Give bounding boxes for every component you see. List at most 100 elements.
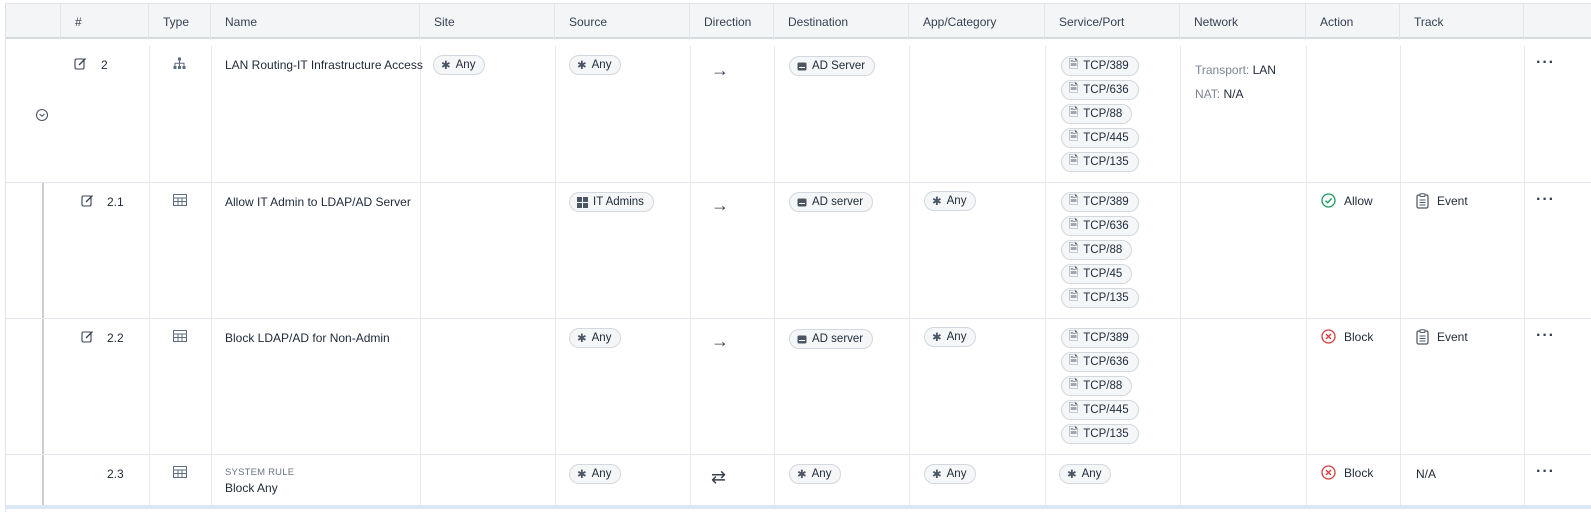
- block-circle-icon: [1321, 329, 1336, 344]
- service-chip[interactable]: 🗎 TCP/88: [1061, 104, 1133, 124]
- document-icon: 🗎: [1069, 242, 1079, 255]
- document-icon: 🗎: [1069, 402, 1079, 415]
- table-row[interactable]: 2 LAN Routing-IT Infrastructure Access ✱…: [6, 46, 1591, 183]
- service-chip[interactable]: 🗎 TCP/389: [1061, 328, 1139, 348]
- direction-arrow-icon: →: [711, 195, 729, 215]
- site-chip[interactable]: ✱ Any: [433, 55, 486, 75]
- service-chip[interactable]: 🗎 TCP/135: [1061, 288, 1139, 308]
- service-chip[interactable]: ✱ Any: [1059, 464, 1112, 484]
- horizontal-scrollbar[interactable]: [6, 505, 1591, 509]
- column-header-source[interactable]: Source: [555, 4, 690, 40]
- service-chip[interactable]: 🗎 TCP/389: [1061, 192, 1139, 212]
- source-chip[interactable]: ✱ Any: [569, 328, 622, 348]
- server-icon: [797, 335, 807, 344]
- document-icon: 🗎: [1069, 82, 1079, 95]
- rule-number: 2.3: [107, 467, 124, 481]
- asterisk-icon: ✱: [932, 196, 942, 208]
- service-chip[interactable]: 🗎 TCP/45: [1061, 264, 1133, 284]
- direction-arrow-icon: →: [711, 60, 729, 80]
- document-icon: 🗎: [1069, 218, 1079, 231]
- asterisk-icon: ✱: [577, 469, 587, 481]
- service-chip[interactable]: 🗎 TCP/445: [1061, 400, 1139, 420]
- table-row[interactable]: 2.1 Allow IT Admin to LDAP/AD Server IT …: [6, 183, 1591, 319]
- more-options-icon[interactable]: ···: [1536, 54, 1555, 72]
- service-chip[interactable]: 🗎 TCP/389: [1061, 56, 1139, 76]
- column-header-type[interactable]: Type: [149, 4, 211, 40]
- service-chip[interactable]: 🗎 TCP/445: [1061, 128, 1139, 148]
- more-options-icon[interactable]: ···: [1536, 327, 1555, 345]
- column-header-action[interactable]: Action: [1306, 4, 1400, 40]
- source-chip[interactable]: ✱ Any: [569, 464, 622, 484]
- track-label: Event: [1437, 194, 1468, 208]
- document-icon: 🗎: [1069, 266, 1079, 279]
- track-cell[interactable]: Event: [1416, 193, 1468, 209]
- column-header-app-category[interactable]: App/Category: [909, 4, 1045, 40]
- clipboard-icon: [1416, 193, 1429, 209]
- service-chip[interactable]: 🗎 TCP/135: [1061, 424, 1139, 444]
- column-header-name[interactable]: Name: [211, 4, 420, 40]
- rule-type-icon: [173, 330, 187, 345]
- asterisk-icon: ✱: [577, 60, 587, 72]
- service-chip[interactable]: 🗎 TCP/636: [1061, 216, 1139, 236]
- rule-type-icon: [173, 194, 187, 209]
- column-header-network[interactable]: Network: [1180, 4, 1306, 40]
- action-cell[interactable]: Allow: [1321, 193, 1373, 208]
- rule-type-icon: [173, 466, 187, 481]
- document-icon: 🗎: [1069, 378, 1079, 391]
- edit-icon[interactable]: [81, 330, 94, 346]
- asterisk-icon: ✱: [441, 60, 451, 72]
- block-circle-icon: [1321, 465, 1336, 480]
- edit-icon[interactable]: [74, 57, 87, 73]
- document-icon: 🗎: [1069, 330, 1079, 343]
- document-icon: 🗎: [1069, 426, 1079, 439]
- action-cell[interactable]: Block: [1321, 329, 1373, 344]
- more-options-icon[interactable]: ···: [1536, 463, 1555, 481]
- service-chip[interactable]: 🗎 TCP/636: [1061, 80, 1139, 100]
- app-chip[interactable]: ✱ Any: [924, 191, 977, 211]
- column-header-direction[interactable]: Direction: [690, 4, 774, 40]
- service-chip[interactable]: 🗎 TCP/88: [1061, 376, 1133, 396]
- destination-chip[interactable]: AD Server: [789, 56, 876, 76]
- service-list: 🗎 TCP/389 🗎 TCP/636 🗎 TCP/88 🗎 TCP/45 🗎 TCP/1…: [1061, 192, 1139, 312]
- action-cell[interactable]: Block: [1321, 465, 1373, 480]
- table-row[interactable]: 2.2 Block LDAP/AD for Non-Admin ✱ Any → A…: [6, 319, 1591, 455]
- service-chip[interactable]: 🗎 TCP/135: [1061, 152, 1139, 172]
- server-icon: [797, 198, 807, 207]
- track-cell[interactable]: Event: [1416, 329, 1468, 345]
- destination-chip[interactable]: ✱ Any: [789, 464, 842, 484]
- column-header-site[interactable]: Site: [420, 4, 555, 40]
- network-info: Transport: LAN NAT: N/A: [1195, 63, 1276, 101]
- rule-name: LAN Routing-IT Infrastructure Access: [225, 58, 423, 72]
- collapse-chevron-icon[interactable]: [35, 108, 49, 125]
- service-chip[interactable]: 🗎 TCP/636: [1061, 352, 1139, 372]
- table-header: # Type Name Site Source Direction Destin…: [6, 3, 1591, 40]
- destination-chip[interactable]: AD server: [789, 329, 874, 349]
- document-icon: 🗎: [1069, 354, 1079, 367]
- direction-arrow-icon: →: [711, 331, 729, 351]
- edit-icon[interactable]: [81, 194, 94, 210]
- rule-name: Block LDAP/AD for Non-Admin: [225, 331, 390, 345]
- column-header-destination[interactable]: Destination: [774, 4, 909, 40]
- document-icon: 🗎: [1069, 154, 1079, 167]
- source-chip[interactable]: ✱ Any: [569, 55, 622, 75]
- column-header-number[interactable]: #: [61, 4, 149, 40]
- table-row[interactable]: 2.3 SYSTEM RULE Block Any ✱ Any ⇄ ✱ Any ✱ A…: [6, 455, 1591, 505]
- source-chip[interactable]: IT Admins: [569, 192, 654, 212]
- action-label: Block: [1344, 465, 1374, 480]
- select-column-header[interactable]: [6, 4, 61, 40]
- rule-number: 2: [101, 58, 108, 72]
- more-options-icon[interactable]: ···: [1536, 191, 1555, 209]
- service-list: 🗎 TCP/389 🗎 TCP/636 🗎 TCP/88 🗎 TCP/445 🗎 TCP/…: [1061, 328, 1139, 448]
- destination-chip[interactable]: AD server: [789, 192, 874, 212]
- service-list: 🗎 TCP/389 🗎 TCP/636 🗎 TCP/88 🗎 TCP/445 🗎 TCP/…: [1061, 56, 1139, 176]
- system-rule-label: SYSTEM RULE: [225, 467, 295, 478]
- app-chip[interactable]: ✱ Any: [924, 464, 977, 484]
- column-header-service-port[interactable]: Service/Port: [1045, 4, 1180, 40]
- service-chip[interactable]: 🗎 TCP/88: [1061, 240, 1133, 260]
- app-chip[interactable]: ✱ Any: [924, 327, 977, 347]
- asterisk-icon: ✱: [1067, 469, 1077, 481]
- document-icon: 🗎: [1069, 194, 1079, 207]
- column-header-track[interactable]: Track: [1400, 4, 1524, 40]
- asterisk-icon: ✱: [577, 333, 587, 345]
- rule-number: 2.2: [107, 331, 124, 345]
